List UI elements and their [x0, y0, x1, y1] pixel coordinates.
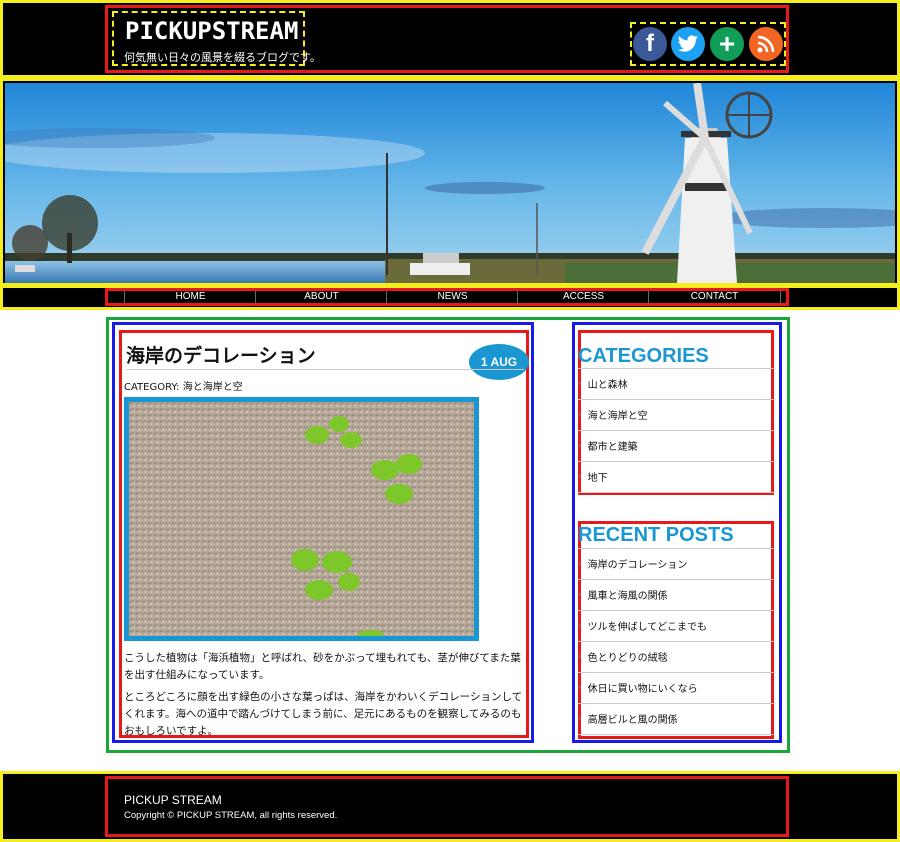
- chevron-right-icon: ›: [578, 713, 582, 724]
- article-title[interactable]: 海岸のデコレーション: [126, 341, 316, 368]
- recent-post-link[interactable]: › ツルを伸ばしてどこまでも: [578, 610, 775, 642]
- social-links: f +: [630, 22, 786, 66]
- recent-post-label: 休日に買い物にいくなら: [587, 684, 698, 695]
- nav-item-contact[interactable]: CONTACT: [648, 291, 781, 305]
- recent-post-label: 高層ビルと風の関係: [587, 715, 678, 726]
- recent-post-label: 色とりどりの絨毯: [587, 653, 668, 664]
- recent-posts-heading: RECENT POSTS: [578, 524, 734, 546]
- recent-post-link[interactable]: › 海岸のデコレーション: [578, 548, 775, 580]
- twitter-icon[interactable]: [671, 27, 705, 61]
- chevron-right-icon: ›: [578, 440, 582, 451]
- category-label: 地下: [587, 473, 608, 484]
- nav-item-access[interactable]: ACCESS: [517, 291, 649, 305]
- categories-widget: CATEGORIES › 山と森林 › 海と海岸と空 › 都市と建築 › 地下: [578, 330, 775, 495]
- category-link[interactable]: › 都市と建築: [578, 430, 775, 462]
- recent-post-label: ツルを伸ばしてどこまでも: [587, 622, 708, 633]
- category-link[interactable]: › 山と森林: [578, 368, 775, 400]
- recent-post-link[interactable]: › 色とりどりの絨毯: [578, 641, 775, 673]
- date-badge: 1 AUG: [469, 344, 529, 380]
- hero-banner: [0, 78, 900, 286]
- google-plus-icon[interactable]: +: [710, 27, 744, 61]
- chevron-right-icon: ›: [578, 558, 582, 569]
- footer-copyright: Copyright © PICKUP STREAM, all rights re…: [124, 810, 338, 821]
- site-tagline: 何気無い日々の風景を綴るブログです。: [124, 51, 321, 64]
- recent-post-link[interactable]: › 高層ビルと風の関係: [578, 703, 775, 735]
- chevron-right-icon: ›: [578, 471, 582, 482]
- article: 海岸のデコレーション 1 AUG CATEGORY: 海と海岸と空 こうした植物…: [119, 330, 529, 738]
- footer-title: PICKUP STREAM: [124, 793, 222, 807]
- categories-heading: CATEGORIES: [578, 345, 709, 367]
- footer-inner: PICKUP STREAM Copyright © PICKUP STREAM,…: [105, 776, 789, 837]
- sand-plants-photo: [129, 402, 474, 636]
- recent-post-label: 海岸のデコレーション: [587, 560, 688, 571]
- category-label: 山と森林: [587, 380, 628, 391]
- chevron-right-icon: ›: [578, 682, 582, 693]
- recent-post-label: 風車と海風の関係: [587, 591, 668, 602]
- chevron-right-icon: ›: [578, 409, 582, 420]
- category-label: 海と海岸と空: [587, 411, 648, 422]
- chevron-right-icon: ›: [578, 589, 582, 600]
- site-logo[interactable]: PICKUPSTREAM: [125, 17, 298, 45]
- article-paragraph: こうした植物は「海浜植物」と呼ばれ、砂をかぶって埋もれても、茎が伸びてまた葉を出…: [124, 652, 521, 681]
- chevron-right-icon: ›: [578, 378, 582, 389]
- article-category: CATEGORY: 海と海岸と空: [124, 382, 243, 393]
- chevron-right-icon: ›: [578, 620, 582, 631]
- category-label: 都市と建築: [587, 442, 638, 453]
- category-link[interactable]: › 地下: [578, 461, 775, 493]
- logo-area[interactable]: PICKUPSTREAM 何気無い日々の風景を綴るブログです。: [112, 11, 321, 66]
- article-paragraph: ところどころに顔を出す緑色の小さな葉っぱは、海岸をかわいくデコレーションしてくれ…: [124, 691, 523, 737]
- nav-item-home[interactable]: HOME: [124, 291, 256, 305]
- nav-item-about[interactable]: ABOUT: [255, 291, 387, 305]
- title-divider: [126, 369, 524, 370]
- article-image: [124, 397, 479, 641]
- recent-post-link[interactable]: › 休日に買い物にいくなら: [578, 672, 775, 704]
- hero-image: [5, 83, 895, 283]
- facebook-icon[interactable]: f: [633, 27, 667, 61]
- sidebar: CATEGORIES › 山と森林 › 海と海岸と空 › 都市と建築 › 地下 RECE…: [572, 322, 782, 743]
- nav-menu: HOME ABOUT NEWS ACCESS CONTACT: [105, 288, 789, 306]
- recent-post-link[interactable]: › 風車と海風の関係: [578, 579, 775, 611]
- nav-item-news[interactable]: NEWS: [386, 291, 518, 305]
- chevron-right-icon: ›: [578, 651, 582, 662]
- category-link[interactable]: › 海と海岸と空: [578, 399, 775, 431]
- recent-posts-widget: RECENT POSTS › 海岸のデコレーション › 風車と海風の関係 › ツルを伸…: [578, 521, 775, 739]
- rss-icon[interactable]: [749, 27, 783, 61]
